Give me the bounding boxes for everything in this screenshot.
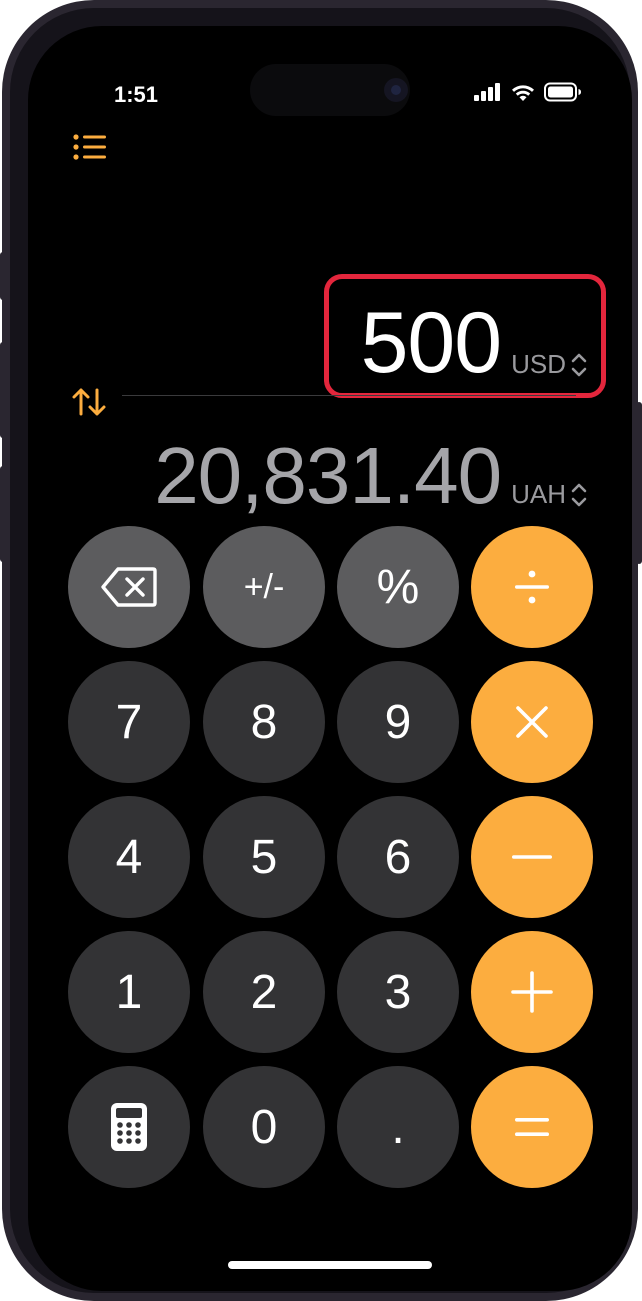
percent-button[interactable]: % xyxy=(337,526,459,648)
divide-button[interactable] xyxy=(471,526,593,648)
calculator-mode-button[interactable] xyxy=(68,1066,190,1188)
status-time: 1:51 xyxy=(114,82,159,107)
percent-label: % xyxy=(376,560,420,614)
digit-9-label: 9 xyxy=(384,695,412,749)
minus-button[interactable] xyxy=(471,796,593,918)
home-indicator[interactable] xyxy=(228,1261,432,1269)
digit-7-button[interactable]: 7 xyxy=(68,661,190,783)
digit-1-label: 1 xyxy=(115,965,143,1019)
divider-line xyxy=(122,395,576,396)
calculator-icon xyxy=(111,1103,147,1151)
digit-9-button[interactable]: 9 xyxy=(337,661,459,783)
chevron-up-down-icon xyxy=(571,483,587,506)
phone-bezel: 1:51 500 USD 20,831.40 UAH +/- % 7 8 9 4… xyxy=(10,8,632,1293)
screen: 1:51 500 USD 20,831.40 UAH +/- % 7 8 9 4… xyxy=(28,26,632,1291)
backspace-button[interactable] xyxy=(68,526,190,648)
divide-icon xyxy=(515,570,549,604)
digit-2-label: 2 xyxy=(250,965,278,1019)
secondary-currency-code: UAH xyxy=(511,479,566,509)
digit-3-button[interactable]: 3 xyxy=(337,931,459,1053)
multiply-icon xyxy=(516,706,548,738)
digit-1-button[interactable]: 1 xyxy=(68,931,190,1053)
signal-icon xyxy=(474,83,500,101)
plus-minus-label: +/- xyxy=(243,567,285,606)
swap-arrows-icon[interactable] xyxy=(70,384,110,420)
plus-minus-button[interactable]: +/- xyxy=(203,526,325,648)
secondary-amount: 20,831.40 xyxy=(154,431,502,520)
secondary-currency-selector[interactable]: UAH xyxy=(511,479,588,510)
multiply-button[interactable] xyxy=(471,661,593,783)
wifi-icon xyxy=(512,85,534,101)
status-icons xyxy=(474,82,582,102)
battery-icon xyxy=(544,82,581,102)
highlight-annotation-box xyxy=(324,274,606,398)
decimal-label: . xyxy=(391,1100,405,1154)
camera-icon xyxy=(384,78,408,102)
equals-icon xyxy=(515,1118,549,1136)
list-menu-icon[interactable] xyxy=(72,132,108,164)
plus-icon xyxy=(511,971,553,1013)
digit-6-button[interactable]: 6 xyxy=(337,796,459,918)
digit-0-button[interactable]: 0 xyxy=(203,1066,325,1188)
backspace-icon xyxy=(101,567,157,607)
digit-8-label: 8 xyxy=(250,695,278,749)
phone-frame: 1:51 500 USD 20,831.40 UAH +/- % 7 8 9 4… xyxy=(2,0,638,1301)
digit-3-label: 3 xyxy=(384,965,412,1019)
digit-8-button[interactable]: 8 xyxy=(203,661,325,783)
decimal-button[interactable]: . xyxy=(337,1066,459,1188)
digit-0-label: 0 xyxy=(250,1100,278,1154)
digit-4-label: 4 xyxy=(115,830,143,884)
plus-button[interactable] xyxy=(471,931,593,1053)
digit-6-label: 6 xyxy=(384,830,412,884)
minus-icon xyxy=(512,855,552,859)
digit-2-button[interactable]: 2 xyxy=(203,931,325,1053)
digit-5-button[interactable]: 5 xyxy=(203,796,325,918)
digit-5-label: 5 xyxy=(250,830,278,884)
secondary-currency-row[interactable]: 20,831.40 UAH xyxy=(154,424,588,516)
equals-button[interactable] xyxy=(471,1066,593,1188)
digit-7-label: 7 xyxy=(115,695,143,749)
digit-4-button[interactable]: 4 xyxy=(68,796,190,918)
